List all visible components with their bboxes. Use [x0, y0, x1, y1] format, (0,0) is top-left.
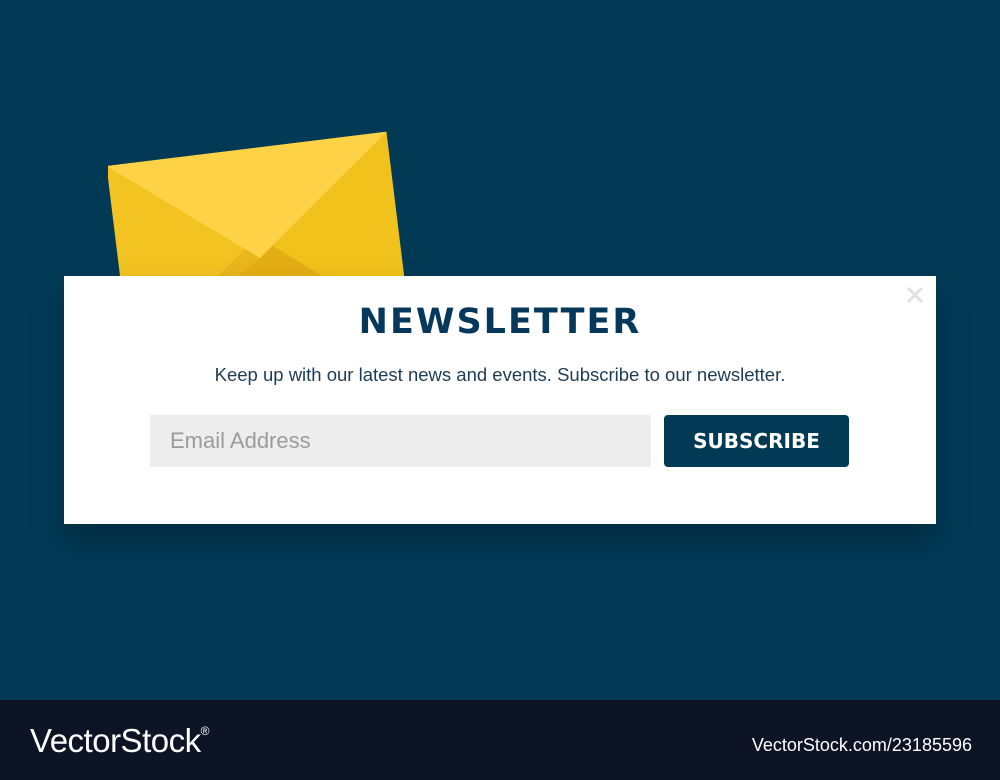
- subscribe-button[interactable]: SUBSCRIBE: [664, 415, 849, 467]
- email-input[interactable]: [150, 415, 651, 467]
- brand-name: VectorStock: [30, 722, 201, 759]
- registered-mark: ®: [200, 724, 210, 738]
- popup-title: NEWSLETTER: [358, 302, 642, 342]
- vectorstock-logo: VectorStock®: [30, 722, 209, 760]
- newsletter-stage: NEWSLETTER Keep up with our latest news …: [0, 0, 1000, 700]
- watermark-footer: VectorStock® VectorStock.com/23185596: [0, 700, 1000, 780]
- popup-subtitle: Keep up with our latest news and events.…: [214, 364, 786, 385]
- image-id: VectorStock.com/23185596: [751, 735, 972, 755]
- newsletter-popup: NEWSLETTER Keep up with our latest news …: [64, 276, 936, 524]
